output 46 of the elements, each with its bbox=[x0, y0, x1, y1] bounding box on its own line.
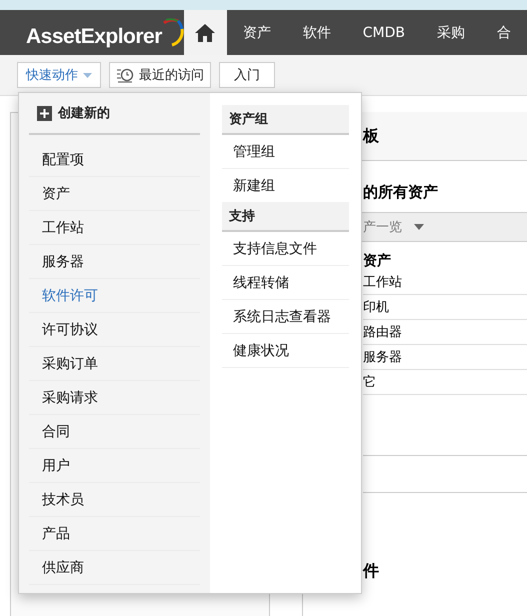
recent-button[interactable]: 最近的访问 bbox=[109, 62, 211, 88]
nav-tab[interactable]: CMDB bbox=[346, 10, 421, 55]
list-heading: 资产 bbox=[363, 252, 392, 270]
menu-item[interactable]: 管理组 bbox=[222, 135, 349, 169]
caret-icon bbox=[414, 224, 424, 230]
menu-item[interactable]: 系统日志查看器 bbox=[222, 300, 349, 334]
menu-item[interactable]: 配置项 bbox=[29, 143, 200, 177]
getting-started-button[interactable]: 入门 bbox=[219, 62, 275, 88]
menu-item[interactable]: 新建组 bbox=[222, 169, 349, 202]
arc-icon bbox=[162, 17, 184, 47]
menu-item[interactable]: 健康状况 bbox=[222, 334, 349, 368]
menu-item[interactable]: 工作站 bbox=[29, 211, 200, 245]
menu-item[interactable]: 用户 bbox=[29, 449, 200, 483]
widget-title: 的所有资产 bbox=[363, 182, 439, 203]
asset-row[interactable]: 路由器 bbox=[363, 320, 527, 345]
asset-row[interactable]: 工作站 bbox=[363, 270, 527, 295]
nav-tab[interactable]: 软件 bbox=[286, 10, 347, 55]
menu-item[interactable]: 软件许可 bbox=[29, 279, 200, 313]
asset-row[interactable]: 服务器 bbox=[363, 345, 527, 370]
nav-tab[interactable]: 资产 bbox=[226, 10, 287, 55]
clock-icon bbox=[116, 66, 134, 84]
menu-item[interactable]: 支持信息文件 bbox=[222, 232, 349, 266]
logo: AssetExplorer bbox=[26, 25, 162, 49]
nav-tab[interactable]: 采购 bbox=[421, 10, 481, 55]
menu-item[interactable]: 产品 bbox=[29, 517, 200, 551]
menu-item[interactable]: 许可协议 bbox=[29, 313, 200, 347]
menu-item[interactable]: 合同 bbox=[29, 415, 200, 449]
quick-actions-button[interactable]: 快速动作 bbox=[17, 62, 101, 88]
nav-tab[interactable]: 合 bbox=[481, 10, 527, 55]
asset-row[interactable]: 它 bbox=[363, 370, 527, 395]
menu-heading: 创建新的 bbox=[58, 104, 110, 122]
menu-item[interactable]: 技术员 bbox=[29, 483, 200, 517]
home-tab[interactable] bbox=[184, 10, 227, 55]
section-heading: 资产组 bbox=[222, 105, 349, 135]
menu-item[interactable]: 线程转储 bbox=[222, 266, 349, 300]
menu-item[interactable]: 采购请求 bbox=[29, 381, 200, 415]
home-icon bbox=[194, 22, 216, 42]
menu-item[interactable]: 供应商 bbox=[29, 551, 200, 585]
menu-item[interactable]: 资产 bbox=[29, 177, 200, 211]
menu-item[interactable]: 采购订单 bbox=[29, 347, 200, 381]
widget-title: 件 bbox=[363, 560, 380, 582]
plus-icon bbox=[37, 106, 52, 120]
caret-icon bbox=[83, 72, 92, 78]
asset-row[interactable]: 印机 bbox=[363, 295, 527, 320]
menu-item[interactable]: 服务器 bbox=[29, 245, 200, 279]
section-heading: 支持 bbox=[222, 202, 349, 232]
